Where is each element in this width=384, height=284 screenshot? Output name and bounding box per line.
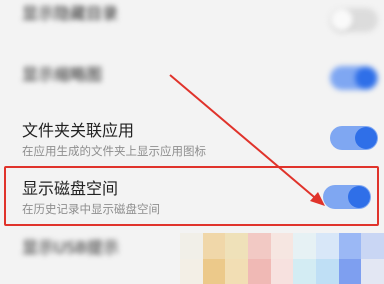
arrow-head [310,192,325,206]
arrow-line [169,74,321,203]
annotation-arrow [169,74,325,206]
